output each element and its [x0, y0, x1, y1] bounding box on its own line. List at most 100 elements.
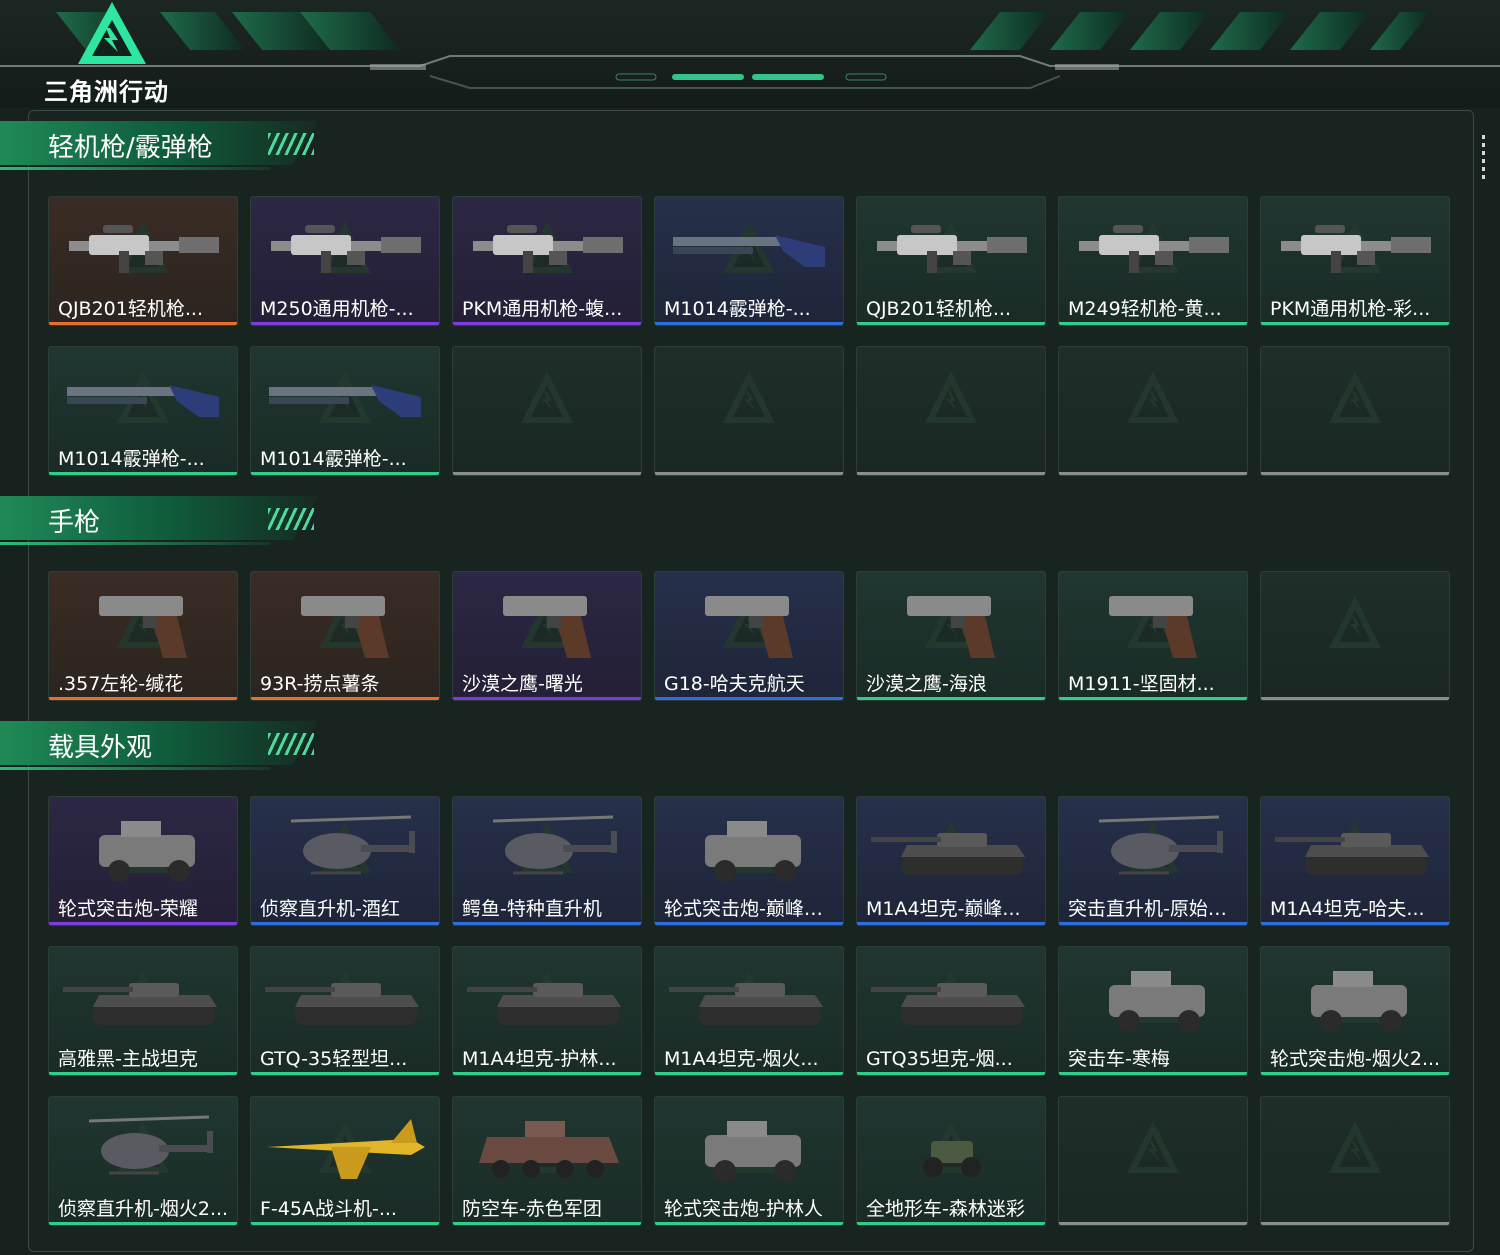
- item-name: 全地形车-森林迷彩: [866, 1198, 1025, 1220]
- watermark-logo-icon: [1127, 1121, 1179, 1173]
- item-name: M1A4坦克-护林...: [462, 1048, 617, 1070]
- rarity-bar: [453, 1072, 641, 1075]
- item-card[interactable]: GTQ35坦克-烟...: [856, 946, 1046, 1076]
- item-card[interactable]: M1911-坚固材...: [1058, 571, 1248, 701]
- section-title-lmg-shotgun: 轻机枪/霰弹枪: [0, 121, 330, 175]
- item-card[interactable]: 93R-捞点薯条: [250, 571, 440, 701]
- item-name: M1A4坦克-巅峰...: [866, 898, 1021, 920]
- item-name: 轮式突击炮-荣耀: [58, 898, 198, 920]
- empty-slot[interactable]: [1058, 1096, 1248, 1226]
- section-title-vehicle: 载具外观: [0, 721, 330, 775]
- empty-slot[interactable]: [1260, 1096, 1450, 1226]
- item-name: QJB201轻机枪...: [866, 298, 1011, 320]
- delta-logo-icon: [78, 2, 146, 64]
- item-name: G18-哈夫克航天: [664, 673, 805, 695]
- rarity-bar: [1261, 322, 1449, 325]
- empty-slot[interactable]: [1058, 346, 1248, 476]
- armored-car-icon: [705, 821, 801, 882]
- tank-icon: [871, 983, 1025, 1025]
- item-card[interactable]: 突击车-寒梅: [1058, 946, 1248, 1076]
- tank-icon: [63, 983, 217, 1025]
- section-label: 手枪: [48, 508, 101, 538]
- pistol-icon: [1109, 596, 1197, 658]
- empty-slot[interactable]: [452, 346, 642, 476]
- item-card[interactable]: 侦察直升机-酒红: [250, 796, 440, 926]
- apc-icon: [479, 1121, 619, 1178]
- empty-slot[interactable]: [654, 346, 844, 476]
- tank-icon: [265, 983, 419, 1025]
- armored-car-icon: [705, 1121, 801, 1182]
- armored-car-icon: [99, 821, 195, 882]
- item-card[interactable]: M250通用机枪-...: [250, 196, 440, 326]
- rarity-bar: [857, 922, 1045, 925]
- rarity-bar: [1261, 697, 1449, 700]
- empty-slot[interactable]: [1260, 571, 1450, 701]
- empty-slot[interactable]: [856, 346, 1046, 476]
- rarity-bar: [857, 472, 1045, 475]
- tank-icon: [669, 983, 823, 1025]
- item-card[interactable]: M1014霰弹枪-...: [48, 346, 238, 476]
- watermark-logo-icon: [521, 371, 573, 423]
- item-card[interactable]: M1A4坦克-护林...: [452, 946, 642, 1076]
- lmg-icon: [877, 225, 1027, 273]
- item-name: M1A4坦克-烟火...: [664, 1048, 819, 1070]
- item-card[interactable]: 沙漠之鹰-曙光: [452, 571, 642, 701]
- item-card[interactable]: M1A4坦克-哈夫...: [1260, 796, 1450, 926]
- item-card[interactable]: 轮式突击炮-荣耀: [48, 796, 238, 926]
- item-card[interactable]: QJB201轻机枪...: [48, 196, 238, 326]
- item-name: 高雅黑-主战坦克: [58, 1048, 198, 1070]
- item-card[interactable]: 鳄鱼-特种直升机: [452, 796, 642, 926]
- item-card[interactable]: 全地形车-森林迷彩: [856, 1096, 1046, 1226]
- tank-icon: [871, 833, 1025, 875]
- empty-slot[interactable]: [1260, 346, 1450, 476]
- item-card[interactable]: PKM通用机枪-彩...: [1260, 196, 1450, 326]
- armored-car-icon: [1311, 971, 1407, 1032]
- item-card[interactable]: 沙漠之鹰-海浪: [856, 571, 1046, 701]
- rarity-bar: [1261, 1222, 1449, 1225]
- item-card[interactable]: 轮式突击炮-护林人: [654, 1096, 844, 1226]
- item-card[interactable]: 防空车-赤色军团: [452, 1096, 642, 1226]
- item-name: M1A4坦克-哈夫...: [1270, 898, 1425, 920]
- rarity-bar: [655, 922, 843, 925]
- item-card[interactable]: 轮式突击炮-烟火2...: [1260, 946, 1450, 1076]
- item-card[interactable]: QJB201轻机枪...: [856, 196, 1046, 326]
- item-card[interactable]: G18-哈夫克航天: [654, 571, 844, 701]
- scrollbar-handle[interactable]: [1482, 135, 1485, 179]
- item-card[interactable]: 突击直升机-原始伪...: [1058, 796, 1248, 926]
- pistol-icon: [705, 596, 793, 658]
- lmg-icon: [473, 225, 623, 273]
- rarity-bar: [1059, 1072, 1247, 1075]
- top-header: 三角洲行动: [0, 0, 1500, 108]
- item-name: 轮式突击炮-烟火2...: [1270, 1048, 1441, 1070]
- item-card[interactable]: 侦察直升机-烟火2...: [48, 1096, 238, 1226]
- item-name: 93R-捞点薯条: [260, 673, 380, 695]
- item-card[interactable]: F-45A战斗机-...: [250, 1096, 440, 1226]
- item-card[interactable]: 轮式突击炮-巅峰竞...: [654, 796, 844, 926]
- item-card[interactable]: .357左轮-缄花: [48, 571, 238, 701]
- rarity-bar: [655, 472, 843, 475]
- rarity-bar: [49, 1222, 237, 1225]
- rarity-bar: [453, 472, 641, 475]
- tank-icon: [467, 983, 621, 1025]
- watermark-logo-icon: [1127, 371, 1179, 423]
- rarity-bar: [655, 1222, 843, 1225]
- item-card[interactable]: M1014霰弹枪-...: [250, 346, 440, 476]
- item-card[interactable]: M1014霰弹枪-...: [654, 196, 844, 326]
- item-card[interactable]: PKM通用机枪-蝮...: [452, 196, 642, 326]
- rarity-bar: [1261, 922, 1449, 925]
- item-card[interactable]: GTQ-35轻型坦...: [250, 946, 440, 1076]
- lmg-icon: [1281, 225, 1431, 273]
- pistol-icon: [503, 596, 591, 658]
- watermark-logo-icon: [925, 371, 977, 423]
- item-name: M1014霰弹枪-...: [664, 298, 811, 320]
- atv-icon: [923, 1141, 981, 1177]
- rarity-bar: [857, 1222, 1045, 1225]
- item-name: M1014霰弹枪-...: [58, 448, 205, 470]
- rarity-bar: [251, 1072, 439, 1075]
- watermark-logo-icon: [1329, 596, 1381, 648]
- item-card[interactable]: M1A4坦克-烟火...: [654, 946, 844, 1076]
- item-name: PKM通用机枪-彩...: [1270, 298, 1431, 320]
- item-card[interactable]: M1A4坦克-巅峰...: [856, 796, 1046, 926]
- item-card[interactable]: M249轻机枪-黄...: [1058, 196, 1248, 326]
- item-card[interactable]: 高雅黑-主战坦克: [48, 946, 238, 1076]
